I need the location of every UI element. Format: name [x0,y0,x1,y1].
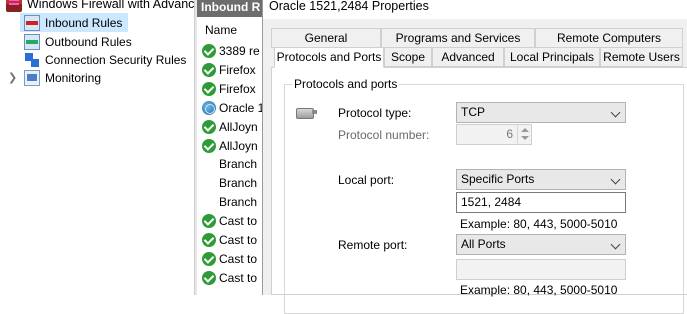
tab-panel: Protocols and ports Protocol type: TCP P… [271,67,687,314]
allow-check-icon [202,214,216,229]
table-row[interactable]: AllJoyn [202,137,258,155]
tab-local-principals[interactable]: Local Principals [504,47,600,67]
rule-name: Cast to [219,233,258,247]
chevron-down-icon [610,107,621,118]
table-row[interactable]: Branch [202,155,257,173]
spin-down-icon [521,136,529,140]
tree-root-label: Windows Firewall with Advance [27,0,202,11]
allow-check-icon [202,81,216,96]
blank-icon [202,176,216,190]
allow-check-icon [202,251,216,266]
remote-port-label: Remote port: [338,238,408,252]
allow-check-icon [202,138,216,153]
tab-protocols-and-ports[interactable]: Protocols and Ports [274,47,384,68]
blank-icon [202,157,216,171]
tab-remote-computers[interactable]: Remote Computers [535,28,683,48]
rule-name: Oracle 1 [219,100,263,115]
tree-item-monitoring[interactable]: Monitoring [24,68,101,87]
rule-name: 3389 re [219,44,260,58]
tab-general[interactable]: General [271,28,381,48]
tab-programs-and-services[interactable]: Programs and Services [381,28,535,48]
protocol-type-value: TCP [461,105,485,119]
tab-remote-users[interactable]: Remote Users [600,47,683,67]
table-row[interactable]: 3389 re [202,42,260,60]
rules-pane-header: Inbound R [197,0,263,17]
tab-scope[interactable]: Scope [384,47,432,67]
tree-item-label: Connection Security Rules [45,52,187,67]
table-row[interactable]: Cast to [202,250,257,268]
rule-name: Firefox [219,62,256,77]
blank-icon [202,195,216,209]
rule-name: Cast to [219,270,258,285]
table-row[interactable]: Firefox [202,80,256,98]
tree-item-label: Inbound Rules [45,15,123,30]
rule-name: Cast to [219,251,258,266]
rule-name: AllJoyn [219,119,258,134]
rule-name: Cast to [219,214,258,229]
protocol-type-label: Protocol type: [338,106,412,120]
tree-item-outbound-rules[interactable]: Outbound Rules [24,32,132,51]
protocol-type-select[interactable]: TCP [456,102,626,123]
tree-item-connection-security[interactable]: Connection Security Rules [24,50,186,69]
properties-dialog: Oracle 1521,2484 Properties General Prog… [262,0,687,314]
monitoring-icon [24,69,40,86]
table-row[interactable]: Oracle 1 [202,99,263,117]
allow-check-icon [202,270,216,285]
rules-list-pane: Inbound R Name 3389 re Firefox Firefox Orac… [197,0,263,295]
console-tree: Windows Firewall with Advance Inbound Ru… [0,0,201,295]
table-row[interactable]: Cast to [202,212,257,230]
table-row[interactable]: Cast to [202,231,257,249]
column-header-name[interactable]: Name [205,23,237,37]
chevron-down-icon [610,239,621,250]
local-port-input[interactable]: 1521, 2484 [456,192,626,213]
table-row[interactable]: Firefox [202,61,256,79]
tree-item-label: Monitoring [45,70,102,85]
expand-chevron-icon[interactable]: ❯ [8,71,18,84]
allow-check-icon [202,62,216,77]
inbound-rules-icon [24,14,40,31]
local-port-select[interactable]: Specific Ports [456,169,626,190]
rule-name: Firefox [219,81,256,96]
remote-port-input[interactable] [456,259,626,280]
dialog-title: Oracle 1521,2484 Properties [263,0,687,19]
tab-advanced[interactable]: Advanced [432,47,504,67]
local-port-example: Example: 80, 443, 5000-5010 [460,217,618,231]
rule-name: Branch [219,195,258,210]
protocol-number-stepper[interactable]: 6 [456,124,532,145]
allow-check-icon [202,119,216,134]
remote-port-select[interactable]: All Ports [456,234,626,255]
rule-name: Branch [219,157,258,172]
allow-check-icon [202,44,216,58]
tree-item-label: Outbound Rules [45,34,132,49]
remote-port-mode-value: All Ports [461,237,506,251]
globe-icon [202,100,216,115]
table-row[interactable]: Branch [202,193,257,211]
tree-item-inbound-rules[interactable]: Inbound Rules [20,13,128,32]
network-plug-icon [294,106,318,120]
local-port-mode-value: Specific Ports [461,172,535,186]
group-title: Protocols and ports [292,77,400,91]
rule-name: AllJoyn [219,138,258,153]
outbound-rules-icon [24,33,40,50]
tree-root-firewall[interactable]: Windows Firewall with Advance [6,0,201,13]
table-row[interactable]: Cast to [202,269,257,287]
local-port-label: Local port: [338,173,395,187]
table-row[interactable]: Branch [202,174,257,192]
stepper-buttons[interactable] [517,125,531,144]
rule-name: Branch [219,176,258,191]
protocol-number-label: Protocol number: [338,128,430,142]
protocol-number-value: 6 [506,127,513,141]
connection-security-icon [24,51,40,68]
spin-up-icon [521,128,529,132]
allow-check-icon [202,233,216,247]
chevron-down-icon [610,174,621,185]
firewall-icon [6,0,22,12]
table-row[interactable]: AllJoyn [202,118,258,136]
